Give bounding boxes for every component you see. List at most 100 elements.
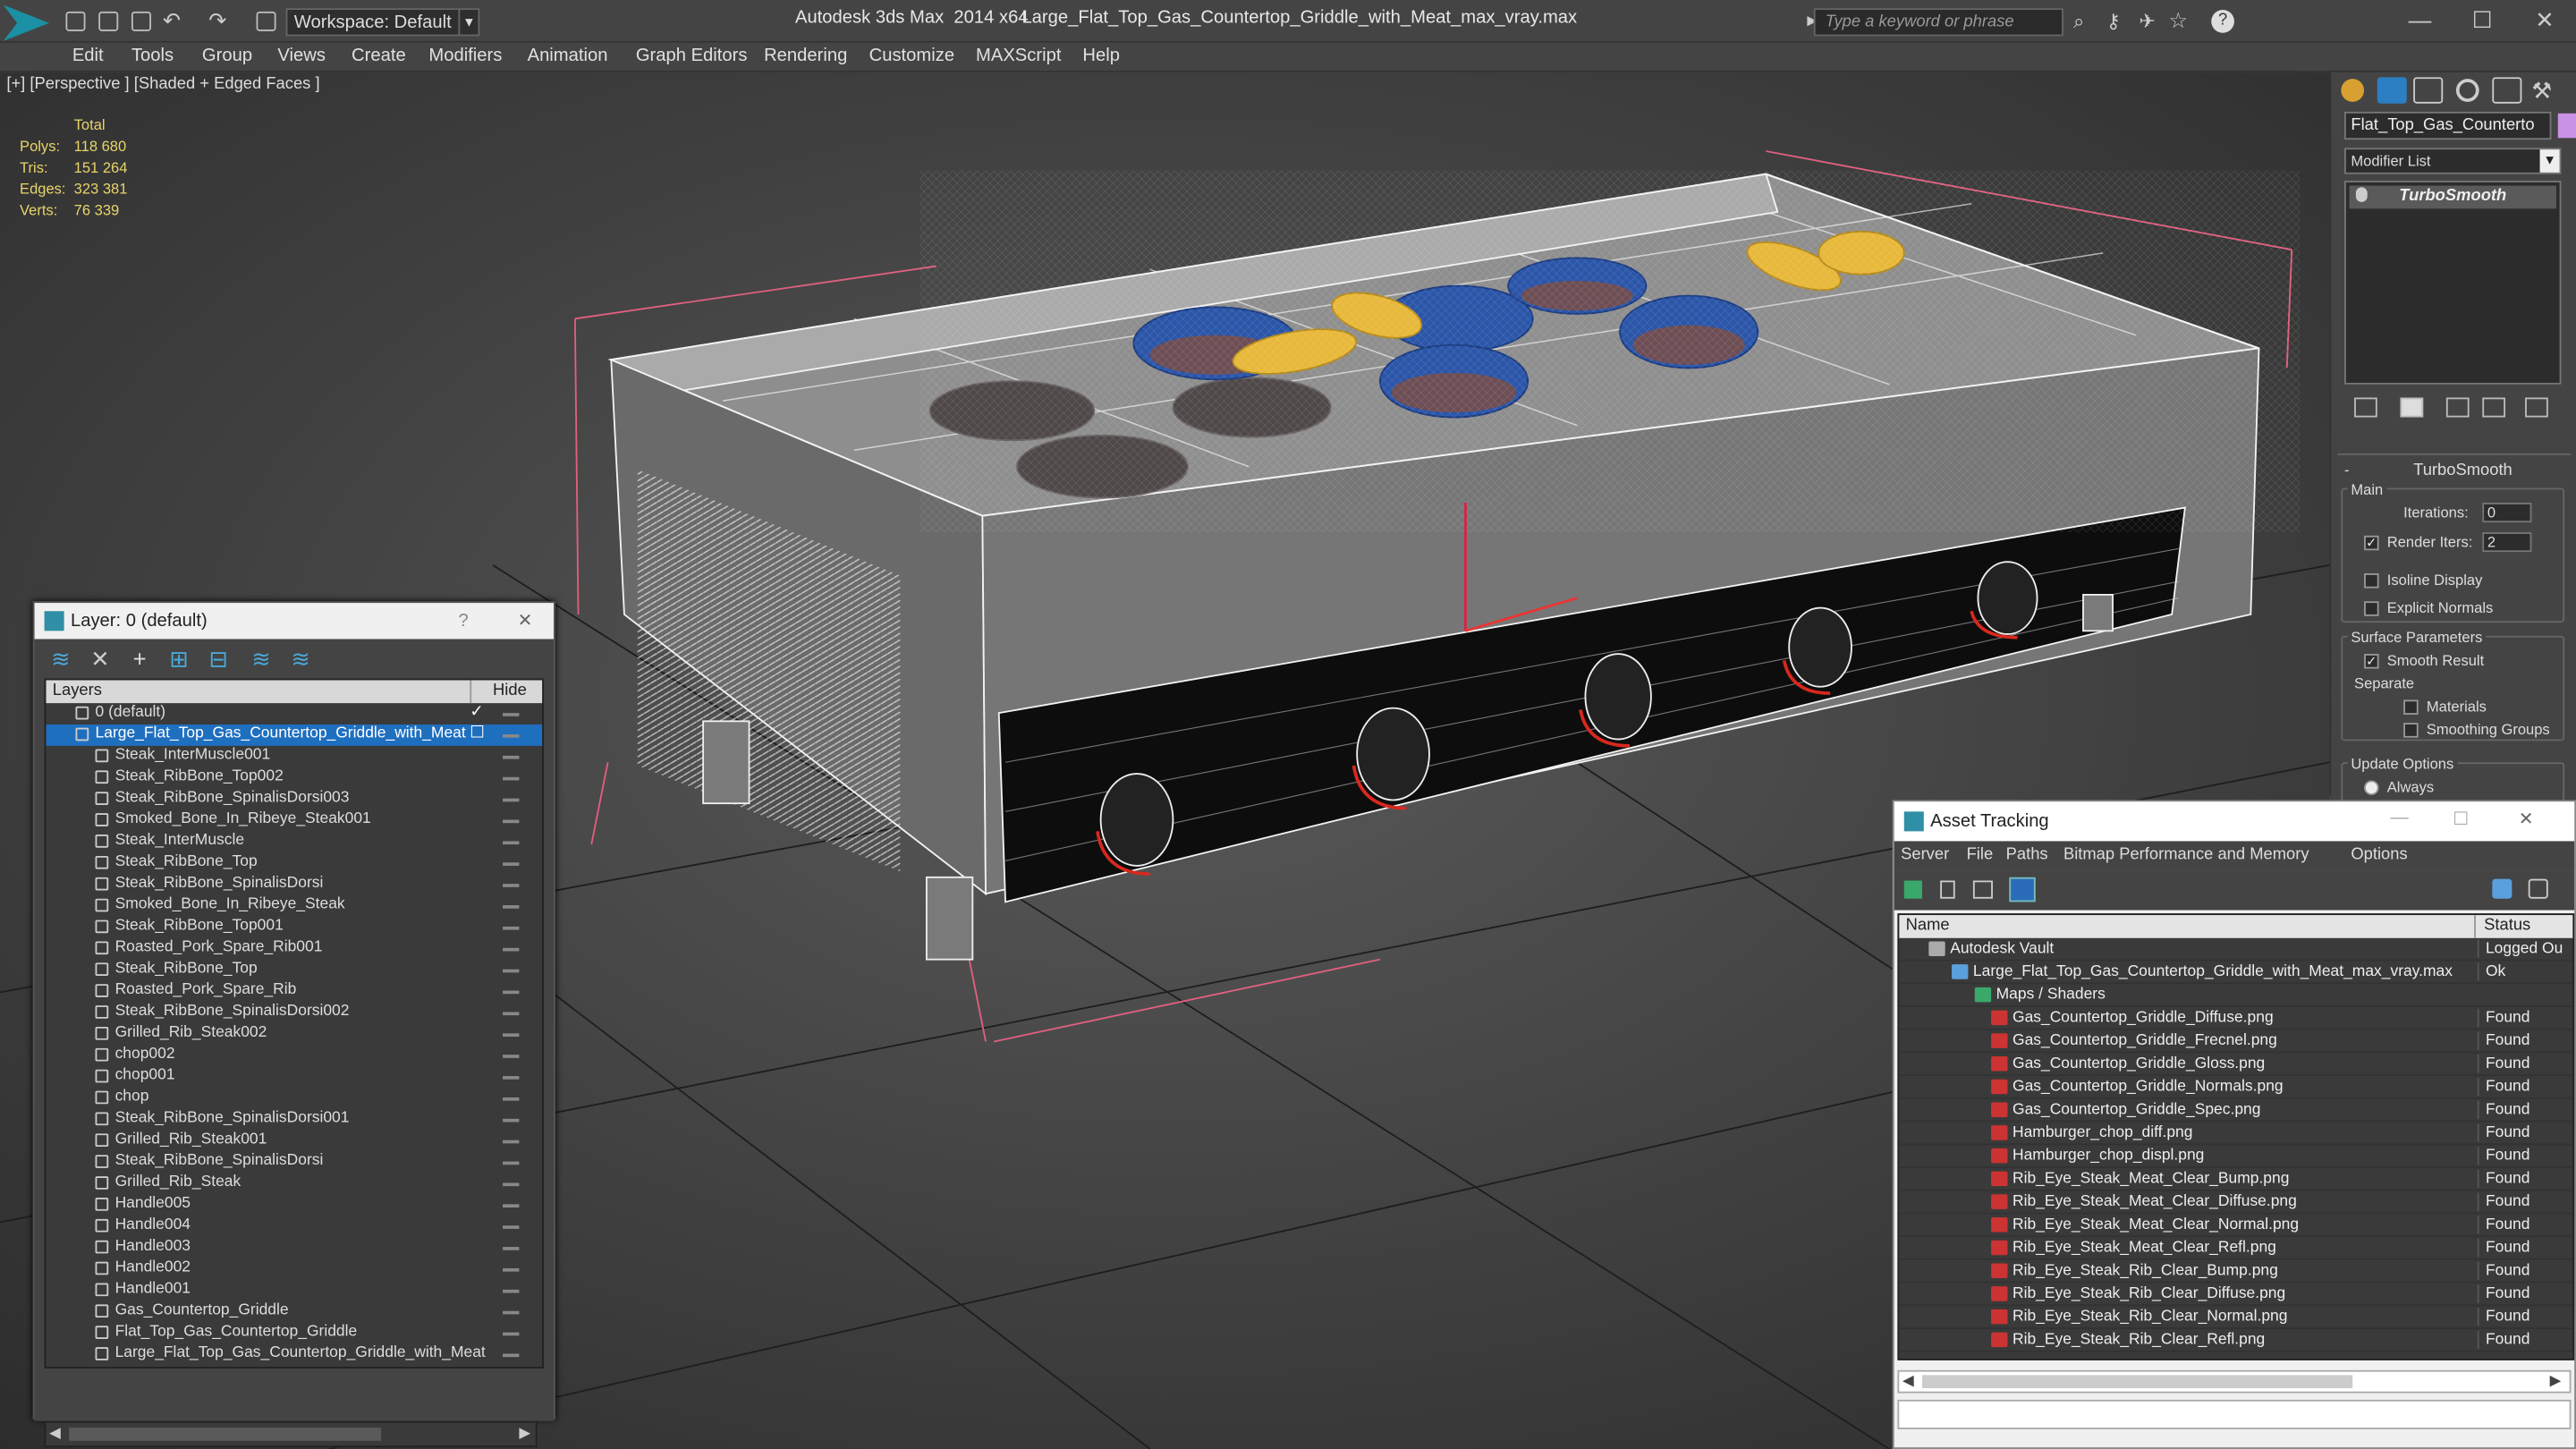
column-name[interactable]: Name: [1906, 917, 1950, 935]
asset-menu-paths[interactable]: Paths: [2006, 846, 2048, 864]
hide-toggle[interactable]: [503, 905, 520, 909]
layer-object-row[interactable]: Steak_RibBone_Top: [46, 852, 542, 874]
layer-row-default[interactable]: 0 (default) ✓: [46, 703, 542, 724]
create-tab-icon[interactable]: [2341, 79, 2365, 102]
scroll-right-icon[interactable]: ▶: [2550, 1372, 2562, 1390]
hide-toggle[interactable]: [503, 1310, 520, 1315]
workspace-dropdown[interactable]: Workspace: Default ▼: [285, 8, 480, 37]
hide-toggle[interactable]: [503, 1033, 520, 1037]
hide-toggle[interactable]: [503, 819, 520, 824]
menu-help[interactable]: Help: [1082, 46, 1120, 65]
column-hide[interactable]: Hide: [493, 682, 527, 699]
layer-object-row[interactable]: Large_Flat_Top_Gas_Countertop_Griddle_wi…: [46, 1343, 542, 1365]
menu-modifiers[interactable]: Modifiers: [428, 46, 502, 65]
hide-toggle[interactable]: [503, 798, 520, 802]
scroll-thumb[interactable]: [69, 1428, 382, 1441]
open-file-icon[interactable]: [98, 11, 119, 31]
hide-toggle[interactable]: [503, 1140, 520, 1144]
save-file-icon[interactable]: [131, 11, 151, 31]
current-layer-box-icon[interactable]: ☐: [470, 724, 484, 742]
asset-menu-options[interactable]: Options: [2351, 846, 2407, 864]
layer-object-row[interactable]: Grilled_Rib_Steak001: [46, 1131, 542, 1152]
hide-toggle[interactable]: [503, 776, 520, 781]
isoline-display-checkbox[interactable]: [2364, 573, 2379, 589]
select-objects-in-layer-icon[interactable]: ⊞: [166, 646, 192, 672]
menu-maxscript[interactable]: MAXScript: [976, 46, 1061, 65]
delete-layer-icon[interactable]: ✕: [87, 646, 113, 672]
layer-object-row[interactable]: Steak_InterMuscle: [46, 831, 542, 852]
object-color-swatch[interactable]: [2557, 113, 2576, 139]
asset-maximize-button[interactable]: ☐: [2453, 809, 2469, 830]
asset-row-map[interactable]: Rib_Eye_Steak_Meat_Clear_Bump.png Found: [1899, 1168, 2573, 1191]
layer-object-row[interactable]: Handle001: [46, 1280, 542, 1301]
asset-menu-bitmap-performance[interactable]: Bitmap Performance and Memory: [2063, 846, 2309, 864]
create-layer-icon[interactable]: ≋: [47, 646, 73, 672]
layer-object-row[interactable]: Steak_RibBone_SpinalisDorsi001: [46, 1109, 542, 1131]
asset-tracking-titlebar[interactable]: Asset Tracking — ☐ ✕: [1894, 801, 2575, 842]
hide-toggle[interactable]: [503, 841, 520, 845]
layer-object-row[interactable]: Gas_Countertop_Griddle: [46, 1301, 542, 1323]
layer-help-button[interactable]: ?: [458, 611, 468, 631]
object-name-field[interactable]: Flat_Top_Gas_Counterto: [2344, 111, 2552, 140]
stack-item-turbosmooth[interactable]: TurboSmooth: [2349, 185, 2556, 209]
render-iters-spinner[interactable]: 2: [2482, 532, 2532, 553]
layer-close-button[interactable]: ✕: [518, 609, 533, 631]
vault-login-icon[interactable]: [2492, 878, 2512, 899]
layer-horizontal-scrollbar[interactable]: ◀ ▶: [44, 1420, 538, 1448]
layer-object-row[interactable]: Handle004: [46, 1216, 542, 1237]
hide-toggle[interactable]: [503, 1012, 520, 1016]
asset-row-map[interactable]: Hamburger_chop_diff.png Found: [1899, 1122, 2573, 1146]
asset-menu-server[interactable]: Server: [1901, 846, 1949, 864]
rollout-collapse-icon[interactable]: -: [2344, 462, 2350, 478]
hide-toggle[interactable]: [503, 1118, 520, 1123]
asset-row-map[interactable]: Gas_Countertop_Griddle_Normals.png Found: [1899, 1076, 2573, 1099]
asset-row-map[interactable]: Rib_Eye_Steak_Meat_Clear_Refl.png Found: [1899, 1237, 2573, 1260]
scroll-right-icon[interactable]: ▶: [519, 1424, 530, 1442]
hide-toggle[interactable]: [503, 734, 520, 738]
modify-tab-icon[interactable]: [2377, 77, 2407, 104]
hide-toggle[interactable]: [503, 1055, 520, 1058]
layer-object-row[interactable]: Roasted_Pork_Spare_Rib: [46, 981, 542, 1003]
maximize-button[interactable]: ☐: [2458, 4, 2507, 37]
hide-toggle[interactable]: [503, 862, 520, 866]
menu-rendering[interactable]: Rendering: [764, 46, 847, 65]
hide-toggle[interactable]: [503, 1267, 520, 1272]
menu-create[interactable]: Create: [352, 46, 406, 65]
layer-object-row[interactable]: Handle002: [46, 1258, 542, 1280]
render-iters-checkbox[interactable]: ✓: [2364, 535, 2379, 551]
utilities-tab-icon[interactable]: ⚒: [2531, 77, 2561, 103]
asset-row-scene-file[interactable]: Large_Flat_Top_Gas_Countertop_Griddle_wi…: [1899, 961, 2573, 985]
layer-object-row[interactable]: Steak_RibBone_SpinalisDorsi: [46, 874, 542, 895]
menu-animation[interactable]: Animation: [528, 46, 608, 65]
hide-toggle[interactable]: [503, 1161, 520, 1165]
motion-tab-icon[interactable]: [2455, 79, 2479, 102]
scroll-left-icon[interactable]: ◀: [1902, 1372, 1914, 1390]
hide-toggle[interactable]: [503, 947, 520, 952]
smoothing-groups-checkbox[interactable]: [2403, 723, 2419, 738]
hierarchy-tab-icon[interactable]: [2413, 77, 2444, 104]
layer-object-row[interactable]: Steak_RibBone_SpinalisDorsi003: [46, 789, 542, 810]
layer-dialog-titlebar[interactable]: Layer: 0 (default) ? ✕: [34, 603, 554, 640]
new-file-icon[interactable]: [65, 11, 86, 31]
layer-object-row[interactable]: Handle003: [46, 1237, 542, 1258]
asset-help-icon[interactable]: [2528, 878, 2548, 899]
add-to-layer-icon[interactable]: +: [126, 646, 152, 672]
asset-path-field[interactable]: [1897, 1399, 2572, 1429]
asset-row-map[interactable]: Rib_Eye_Steak_Meat_Clear_Normal.png Found: [1899, 1214, 2573, 1238]
asset-minimize-button[interactable]: —: [2390, 809, 2408, 828]
highlight-selected-layer-icon[interactable]: ⊟: [206, 646, 232, 672]
layer-object-row[interactable]: chop: [46, 1088, 542, 1109]
list-view-icon[interactable]: [1940, 880, 1955, 899]
layer-object-row[interactable]: Smoked_Bone_In_Ribeye_Steak: [46, 895, 542, 917]
lightbulb-icon[interactable]: [2355, 187, 2368, 202]
layer-object-row[interactable]: Handle005: [46, 1194, 542, 1216]
menu-edit[interactable]: Edit: [72, 46, 104, 65]
layer-object-row[interactable]: Steak_InterMuscle001: [46, 746, 542, 767]
refresh-icon[interactable]: [1903, 880, 1922, 899]
scroll-left-icon[interactable]: ◀: [49, 1424, 61, 1442]
asset-row-maps-folder[interactable]: Maps / Shaders: [1899, 984, 2573, 1007]
asset-row-map[interactable]: Rib_Eye_Steak_Rib_Clear_Bump.png Found: [1899, 1260, 2573, 1284]
asset-row-map[interactable]: Rib_Eye_Steak_Rib_Clear_Normal.png Found: [1899, 1306, 2573, 1329]
smooth-result-checkbox[interactable]: ✓: [2364, 654, 2379, 669]
undo-icon[interactable]: ↶: [163, 8, 181, 34]
